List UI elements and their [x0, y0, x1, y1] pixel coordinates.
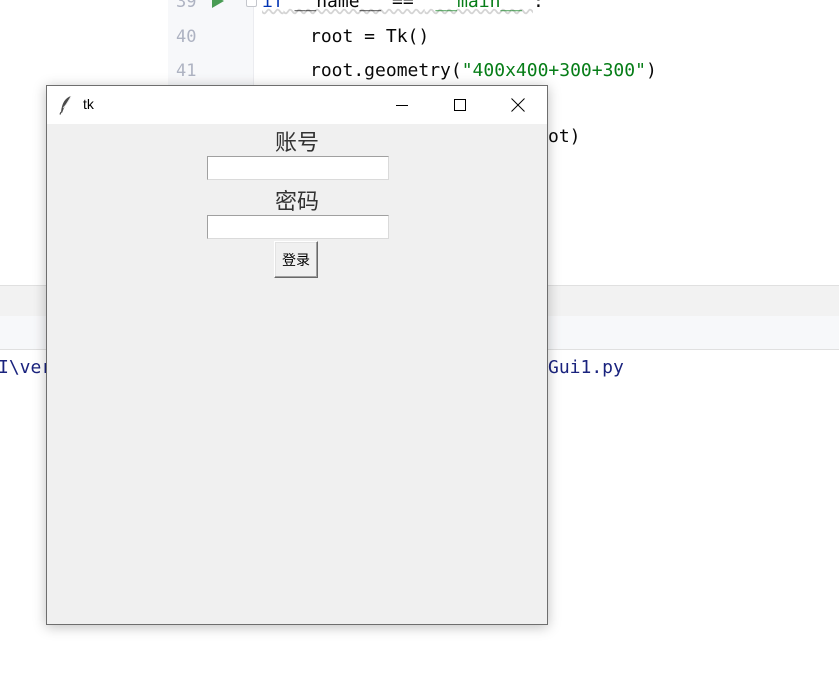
close-icon [511, 98, 525, 112]
code-keyword: if [262, 0, 284, 12]
tk-client-area: 账号 密码 登录 [47, 124, 547, 624]
line-number: 41 [176, 61, 197, 81]
feather-icon [59, 95, 72, 115]
title-bar[interactable]: tk [47, 86, 547, 124]
minimize-icon [396, 105, 408, 106]
code-line[interactable]: root.geometry("400x400+300+300") [310, 60, 657, 81]
close-button[interactable] [489, 86, 547, 124]
code-line[interactable]: ot) [548, 126, 581, 147]
tk-window: tk 账号 密码 登录 [46, 85, 548, 625]
code-string: "400x400+300+300" [461, 60, 646, 81]
window-title: tk [83, 96, 94, 112]
maximize-icon [454, 99, 466, 111]
line-number: 40 [176, 27, 197, 47]
login-button[interactable]: 登录 [274, 241, 318, 278]
code-text: : [532, 0, 544, 12]
desktop-screen: 39 40 41 if __name__ == "__main__": root… [0, 0, 839, 680]
password-input[interactable] [207, 215, 389, 239]
code-text: __name__ == [283, 0, 425, 12]
password-label: 密码 [274, 190, 319, 215]
code-text: root.geometry( [310, 60, 462, 81]
code-line[interactable]: root = Tk() [310, 26, 429, 47]
fold-icon[interactable] [246, 0, 257, 7]
run-icon[interactable] [212, 0, 224, 8]
minimize-button[interactable] [373, 86, 431, 124]
code-string: "__main__" [424, 0, 533, 12]
code-text: ) [645, 60, 657, 81]
maximize-button[interactable] [431, 86, 489, 124]
line-number: 39 [176, 0, 197, 12]
account-input[interactable] [207, 156, 389, 180]
account-label: 账号 [274, 131, 319, 156]
console-output-fragment: I\ver [0, 357, 53, 378]
code-line[interactable]: if __name__ == "__main__": [262, 0, 544, 12]
console-output-fragment: Gui1.py [548, 357, 624, 378]
